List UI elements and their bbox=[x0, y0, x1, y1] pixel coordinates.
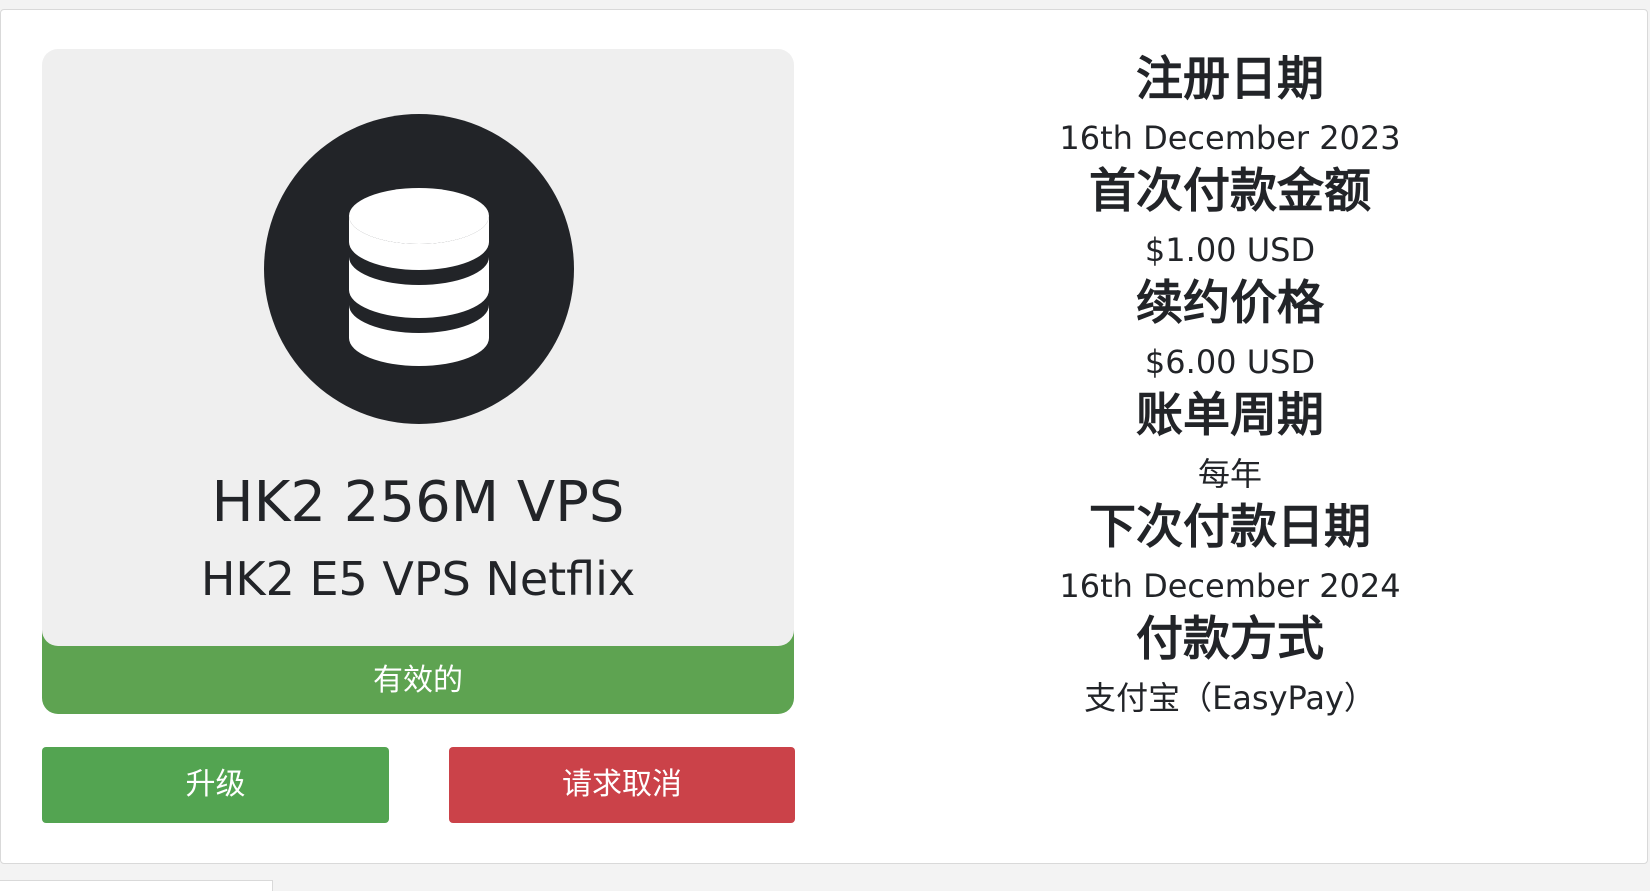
product-box: HK2 256M VPS HK2 E5 VPS Netflix bbox=[42, 49, 794, 646]
registration-date-value: 16th December 2023 bbox=[1059, 119, 1401, 157]
status-badge: 有效的 bbox=[373, 663, 463, 698]
registration-date-label: 注册日期 bbox=[1136, 52, 1324, 107]
billing-cycle-value: 每年 bbox=[1197, 455, 1262, 493]
product-card: HK2 256M VPS HK2 E5 VPS Netflix 有效的 bbox=[42, 49, 794, 714]
renewal-price-label: 续约价格 bbox=[1136, 276, 1324, 331]
request-cancellation-button[interactable]: 请求取消 bbox=[449, 747, 795, 823]
database-icon-graphic bbox=[349, 188, 489, 366]
payment-method-label: 付款方式 bbox=[1136, 612, 1324, 667]
database-icon bbox=[264, 114, 574, 424]
product-group: HK2 E5 VPS Netflix bbox=[200, 552, 636, 606]
next-due-date-label: 下次付款日期 bbox=[1089, 500, 1371, 555]
renewal-price-value: $6.00 USD bbox=[1144, 343, 1316, 381]
billing-cycle-label: 账单周期 bbox=[1136, 388, 1324, 443]
first-payment-value: $1.00 USD bbox=[1144, 231, 1316, 269]
product-info: 注册日期 16th December 2023 首次付款金额 $1.00 USD… bbox=[980, 50, 1480, 722]
next-due-date-value: 16th December 2024 bbox=[1059, 567, 1401, 605]
upgrade-button[interactable]: 升级 bbox=[42, 747, 389, 823]
product-name: HK2 256M VPS bbox=[211, 470, 625, 535]
payment-method-value: 支付宝（EasyPay） bbox=[1084, 679, 1376, 717]
first-payment-label: 首次付款金额 bbox=[1089, 164, 1371, 219]
bottom-tab bbox=[0, 880, 273, 891]
